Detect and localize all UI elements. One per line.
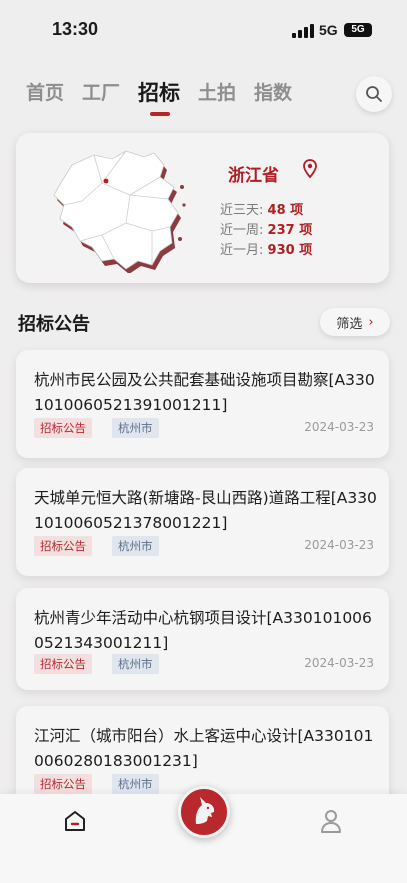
notice-date: 2024-03-23 <box>304 656 374 670</box>
status-time: 13:30 <box>52 19 99 39</box>
bottom-nav <box>0 786 407 883</box>
signal-icon <box>292 24 314 38</box>
notice-type-tag: 招标公告 <box>34 536 92 556</box>
tab-home[interactable]: 首页 <box>26 78 64 118</box>
battery-icon: 5G <box>344 23 372 37</box>
notice-card[interactable]: 杭州青少年活动中心杭钢项目设计[A3301010060521343001211]… <box>16 588 389 690</box>
filter-label: 筛选 <box>336 316 363 332</box>
stat-3days: 近三天: 48 项 <box>220 203 304 218</box>
notice-city-tag: 杭州市 <box>112 654 159 674</box>
center-action-button[interactable] <box>178 786 230 838</box>
tab-factory[interactable]: 工厂 <box>82 78 120 118</box>
province-map <box>53 150 186 273</box>
status-bar: 13:30 5G 5G <box>0 0 407 60</box>
notice-title: 天城单元恒大路(新塘路-艮山西路)道路工程[A33010100605213780… <box>34 489 377 532</box>
filter-button[interactable]: 筛选 › <box>320 308 390 336</box>
network-label: 5G <box>319 22 338 38</box>
unicorn-logo-icon <box>195 797 215 824</box>
notice-card[interactable]: 天城单元恒大路(新塘路-艮山西路)道路工程[A33010100605213780… <box>16 468 389 576</box>
search-icon <box>366 86 382 102</box>
home-icon[interactable] <box>63 809 87 833</box>
notice-city-tag: 杭州市 <box>112 418 159 438</box>
user-icon[interactable] <box>319 808 343 834</box>
notice-date: 2024-03-23 <box>304 538 374 552</box>
notice-type-tag: 招标公告 <box>34 774 92 794</box>
notice-type-tag: 招标公告 <box>34 654 92 674</box>
stat-1month: 近一月: 930 项 <box>220 243 313 258</box>
province-name: 浙江省 <box>228 166 279 186</box>
top-tabs: 首页 工厂 招标 土拍 指数 <box>26 78 310 118</box>
tab-land-auction[interactable]: 土拍 <box>198 78 236 118</box>
stat-1week: 近一周: 237 项 <box>220 223 313 238</box>
tab-bidding[interactable]: 招标 <box>138 78 180 118</box>
section-title: 招标公告 <box>18 314 90 335</box>
province-card[interactable]: 浙江省 近三天: 48 项 近一周: 237 项 近一月: 930 项 <box>16 133 389 283</box>
tab-index[interactable]: 指数 <box>254 78 292 118</box>
notice-title: 江河汇（城市阳台）水上客运中心设计[A330101006028018300123… <box>34 727 374 770</box>
chevron-right-icon: › <box>368 314 374 330</box>
notice-city-tag: 杭州市 <box>112 774 159 794</box>
notice-title: 杭州市民公园及公共配套基础设施项目勘察[A3301010060521391001… <box>34 371 375 414</box>
notice-type-tag: 招标公告 <box>34 418 92 438</box>
notice-date: 2024-03-23 <box>304 420 374 434</box>
notice-card[interactable]: 杭州市民公园及公共配套基础设施项目勘察[A3301010060521391001… <box>16 350 389 458</box>
location-pin-icon <box>303 159 317 179</box>
notice-city-tag: 杭州市 <box>112 536 159 556</box>
search-button[interactable] <box>356 76 392 112</box>
notice-title: 杭州青少年活动中心杭钢项目设计[A3301010060521343001211] <box>34 609 372 652</box>
